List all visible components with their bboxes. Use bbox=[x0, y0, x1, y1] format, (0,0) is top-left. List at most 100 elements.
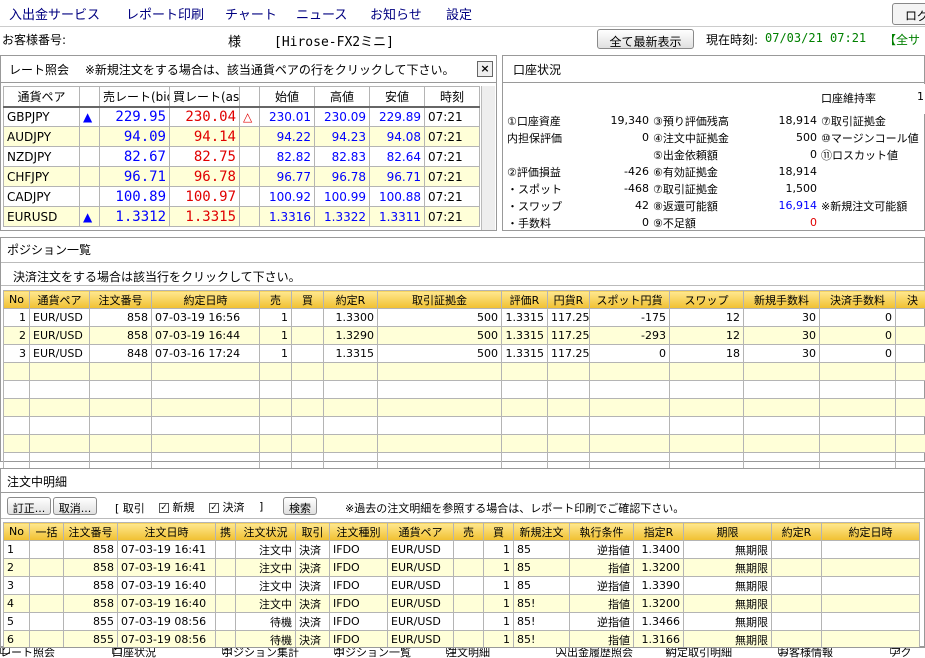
order-row[interactable]: 5 855 07-03-19 08:56 待機 決済 IFDO EUR/USD 1 85! 逆指値… bbox=[3, 612, 920, 631]
filter-settle[interactable]: ✓ 決済 bbox=[209, 499, 245, 515]
position-row[interactable]: 3 EUR/USD 848 07-03-16 17:24 1 1.3315 500 1.331… bbox=[3, 344, 925, 363]
up-arrow-icon: ▲ bbox=[79, 106, 100, 127]
order-col-header[interactable]: 注文日時 bbox=[117, 522, 216, 541]
rate-ask[interactable]: 230.04 bbox=[169, 106, 240, 127]
refresh-all-button[interactable]: 全て最新表示 bbox=[597, 29, 694, 49]
modify-order-button[interactable]: 訂正... bbox=[7, 497, 51, 515]
order-col-header[interactable]: 約定R bbox=[771, 522, 822, 541]
order-header-row: No 一括 注文番号 注文日時携注文状況 取引 注文種別 通貨ペア売買新規注文 執行条件 指定R… bbox=[3, 522, 920, 541]
rate-ask[interactable]: 100.97 bbox=[169, 186, 240, 207]
rate-row[interactable]: NZDJPY 82.67 82.75 82.82 82.83 82.64 07:21 bbox=[3, 146, 480, 167]
order-col-header[interactable]: 注文番号 bbox=[63, 522, 118, 541]
order-col-header[interactable]: 携 bbox=[215, 522, 236, 541]
rate-scrollbar[interactable] bbox=[481, 86, 495, 230]
rate-ask[interactable]: 1.3315 bbox=[169, 206, 240, 227]
rate-ask[interactable]: 96.78 bbox=[169, 166, 240, 187]
order-col-header[interactable]: 売 bbox=[453, 522, 484, 541]
menu-bar: 入出金サービス レポート印刷 チャート ニュース お知らせ 設定 ログ bbox=[0, 0, 925, 27]
order-col-header[interactable]: 期限 bbox=[683, 522, 772, 541]
rate-bid[interactable]: 229.95 bbox=[99, 106, 170, 127]
position-col-header[interactable]: No bbox=[3, 290, 30, 309]
position-col-header[interactable]: 取引証拠金 bbox=[377, 290, 502, 309]
order-col-header[interactable]: 新規注文 bbox=[513, 522, 570, 541]
position-row[interactable] bbox=[3, 434, 925, 453]
product-name: [Hirose-FX2ミニ] bbox=[274, 35, 394, 50]
position-row[interactable] bbox=[3, 398, 925, 417]
menu-report[interactable]: レポート印刷 bbox=[126, 4, 204, 23]
rate-bid[interactable]: 96.71 bbox=[99, 166, 170, 187]
checkbox-checked-icon: ✓ bbox=[209, 503, 219, 513]
rate-bid[interactable]: 100.89 bbox=[99, 186, 170, 207]
order-col-header[interactable]: 指定R bbox=[633, 522, 684, 541]
close-icon[interactable]: × bbox=[477, 61, 493, 77]
order-col-header[interactable]: 通貨ペア bbox=[387, 522, 454, 541]
order-col-header[interactable]: 注文状況 bbox=[235, 522, 296, 541]
order-note: ※過去の注文明細を参照する場合は、レポート印刷でご確認下さい。 bbox=[345, 502, 685, 515]
rate-row[interactable]: EURUSD ▲ 1.3312 1.3315 1.3316 1.3322 1.3311 07:… bbox=[3, 206, 480, 227]
menu-deposit[interactable]: 入出金サービス bbox=[9, 4, 100, 23]
position-col-header[interactable]: 決 bbox=[895, 290, 925, 309]
menu-news[interactable]: ニュース bbox=[296, 4, 347, 23]
position-row[interactable]: 1 EUR/USD 858 07-03-19 16:56 1 1.3300 500 1.331… bbox=[3, 308, 925, 327]
order-row[interactable]: 6 855 07-03-19 08:56 待機 決済 IFDO EUR/USD 1 85! 指値 1… bbox=[3, 630, 920, 649]
order-col-header[interactable]: 取引 bbox=[295, 522, 330, 541]
order-col-header[interactable]: 注文種別 bbox=[329, 522, 388, 541]
rate-bid[interactable]: 82.67 bbox=[99, 146, 170, 167]
menu-notice[interactable]: お知らせ bbox=[370, 4, 422, 23]
order-row[interactable]: 3 858 07-03-19 16:40 注文中 決済 IFDO EUR/USD 1 85 逆指値… bbox=[3, 576, 920, 595]
position-col-header[interactable]: 評価R bbox=[501, 290, 548, 309]
menu-settings[interactable]: 設定 bbox=[446, 4, 472, 23]
position-col-header[interactable]: スポット円貨 bbox=[589, 290, 670, 309]
rate-row[interactable]: GBPJPY ▲ 229.95 230.04 △ 230.01 230.09 229.89 07… bbox=[3, 106, 480, 127]
position-col-header[interactable]: 買 bbox=[291, 290, 324, 309]
rate-row[interactable]: AUDJPY 94.09 94.14 94.22 94.23 94.08 07:21 bbox=[3, 126, 480, 147]
order-cell: 指値 bbox=[569, 630, 634, 649]
rate-row[interactable]: CADJPY 100.89 100.97 100.92 100.99 100.88 07:2… bbox=[3, 186, 480, 207]
order-col-header[interactable]: 約定日時 bbox=[821, 522, 920, 541]
position-col-header[interactable]: スワップ bbox=[669, 290, 744, 309]
rate-row[interactable]: CHFJPY 96.71 96.78 96.77 96.78 96.71 07:21 bbox=[3, 166, 480, 187]
empty-cell bbox=[3, 362, 30, 381]
position-row[interactable] bbox=[3, 416, 925, 435]
position-row[interactable] bbox=[3, 380, 925, 399]
menu-chart[interactable]: チャート bbox=[225, 4, 277, 23]
checkbox-checked-icon: ✓ bbox=[159, 503, 169, 513]
empty-cell bbox=[743, 416, 820, 435]
position-col-header[interactable]: 売 bbox=[259, 290, 292, 309]
search-button[interactable]: 検索 bbox=[283, 497, 317, 515]
order-cell: 無期限 bbox=[683, 576, 772, 595]
rate-bid[interactable]: 94.09 bbox=[99, 126, 170, 147]
position-cell: 12 bbox=[669, 308, 744, 327]
up-arrow-icon bbox=[79, 146, 100, 167]
logout-button[interactable]: ログ bbox=[892, 3, 925, 25]
order-row[interactable]: 2 858 07-03-19 16:41 注文中 決済 IFDO EUR/USD 1 85 指値 1… bbox=[3, 558, 920, 577]
order-col-header[interactable]: 一括 bbox=[29, 522, 64, 541]
position-cell: 117.25 bbox=[547, 308, 590, 327]
order-cell: 1 bbox=[483, 576, 514, 595]
position-cell: 1 bbox=[3, 308, 30, 327]
rate-ask[interactable]: 82.75 bbox=[169, 146, 240, 167]
order-col-header[interactable]: 執行条件 bbox=[569, 522, 634, 541]
position-row[interactable] bbox=[3, 362, 925, 381]
rate-ask[interactable]: 94.14 bbox=[169, 126, 240, 147]
rate-bid[interactable]: 1.3312 bbox=[99, 206, 170, 227]
order-cell: 決済 bbox=[295, 612, 330, 631]
account-label: ⑤出金依頼額 bbox=[653, 148, 718, 162]
position-col-header[interactable]: 約定R bbox=[323, 290, 378, 309]
order-col-header[interactable]: 買 bbox=[483, 522, 514, 541]
order-col-header[interactable]: No bbox=[3, 522, 30, 541]
position-col-header[interactable]: 約定日時 bbox=[151, 290, 260, 309]
position-row[interactable]: 2 EUR/USD 858 07-03-19 16:44 1 1.3290 500 1.331… bbox=[3, 326, 925, 345]
position-col-header[interactable]: 決済手数料 bbox=[819, 290, 896, 309]
position-col-header[interactable]: 通貨ペア bbox=[29, 290, 90, 309]
position-cell: 07-03-19 16:44 bbox=[151, 326, 260, 345]
position-col-header[interactable]: 注文番号 bbox=[89, 290, 152, 309]
position-col-header[interactable]: 円貨R bbox=[547, 290, 590, 309]
position-cell: 1 bbox=[259, 308, 292, 327]
filter-new[interactable]: ✓ 新規 bbox=[159, 499, 195, 515]
cancel-order-button[interactable]: 取消... bbox=[53, 497, 97, 515]
order-row[interactable]: 4 858 07-03-19 16:40 注文中 決済 IFDO EUR/USD 1 85! 指値… bbox=[3, 594, 920, 613]
position-cell: 500 bbox=[377, 326, 502, 345]
position-col-header[interactable]: 新規手数料 bbox=[743, 290, 820, 309]
order-row[interactable]: 1 858 07-03-19 16:41 注文中 決済 IFDO EUR/USD 1 85 逆指値… bbox=[3, 540, 920, 559]
